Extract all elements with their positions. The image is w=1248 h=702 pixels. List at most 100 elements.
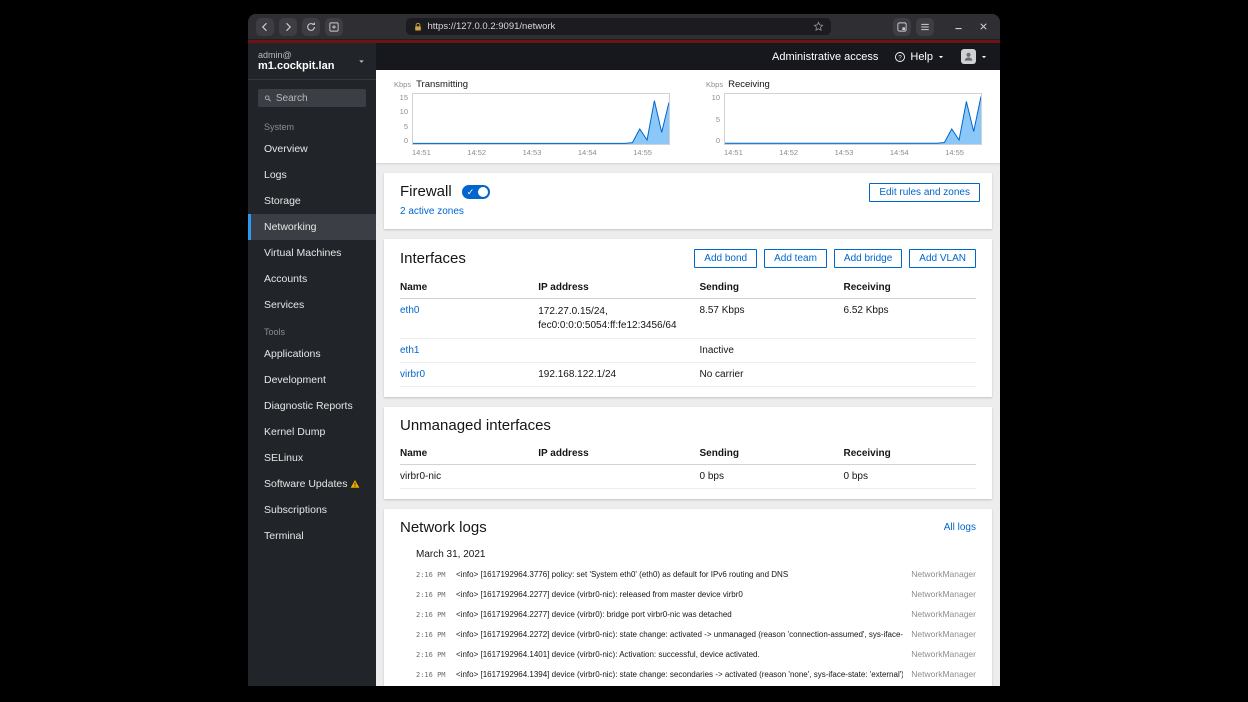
ip-address: 172.27.0.15/24, bbox=[538, 305, 699, 319]
network-logs-card: Network logs All logs March 31, 2021 2:1… bbox=[384, 509, 992, 686]
interface-link-eth1[interactable]: eth1 bbox=[400, 345, 419, 356]
app-body: admin@ m1.cockpit.lan System Overview Lo… bbox=[248, 43, 1000, 686]
log-entry[interactable]: 2:16 PM <info> [1617192964.2277] device … bbox=[400, 584, 976, 604]
log-entry[interactable]: 2:16 PM <info> [1617192964.1394] device … bbox=[400, 664, 976, 684]
add-team-button[interactable]: Add team bbox=[764, 249, 827, 268]
unmanaged-title: Unmanaged interfaces bbox=[400, 417, 976, 434]
tab-overview-button[interactable] bbox=[893, 18, 911, 36]
x-tick-label: 14:51 bbox=[412, 148, 431, 157]
help-menu[interactable]: ? Help bbox=[894, 51, 945, 63]
table-row: virbr0 192.168.122.1/24 No carrier bbox=[400, 363, 976, 387]
new-tab-button[interactable] bbox=[325, 18, 343, 36]
cell-name: virbr0 bbox=[400, 369, 538, 380]
all-logs-link[interactable]: All logs bbox=[944, 522, 976, 533]
chart-unit-label: Kbps bbox=[394, 80, 411, 89]
add-bond-button[interactable]: Add bond bbox=[694, 249, 757, 268]
table-row: virbr0-nic 0 bps 0 bps bbox=[400, 465, 976, 489]
cell-name: virbr0-nic bbox=[400, 471, 538, 482]
x-tick-label: 14:54 bbox=[890, 148, 909, 157]
back-button[interactable] bbox=[256, 18, 274, 36]
sidebar-item-diagnostic-reports[interactable]: Diagnostic Reports bbox=[248, 393, 376, 419]
interfaces-title: Interfaces bbox=[400, 250, 466, 267]
host-labels: admin@ m1.cockpit.lan bbox=[258, 50, 334, 72]
log-entry[interactable]: 2:16 PM <info> [1617192964.1401] device … bbox=[400, 644, 976, 664]
help-caret-icon bbox=[937, 53, 945, 61]
chart-title: Transmitting bbox=[416, 79, 468, 90]
sidebar-item-software-updates[interactable]: Software Updates bbox=[248, 471, 376, 497]
chart-header: Kbps Receiving bbox=[706, 79, 982, 90]
url-bar[interactable]: https://127.0.0.2:9091/network bbox=[406, 18, 831, 35]
chart-unit-label: Kbps bbox=[706, 80, 723, 89]
interface-link-virbr0[interactable]: virbr0 bbox=[400, 369, 425, 380]
browser-toolbar: https://127.0.0.2:9091/network bbox=[248, 14, 1000, 40]
cell-sending: 0 bps bbox=[700, 471, 844, 482]
close-button[interactable] bbox=[974, 18, 992, 36]
log-source: NetworkManager bbox=[911, 589, 976, 599]
nav-button-group bbox=[256, 18, 343, 36]
sidebar-item-kernel-dump[interactable]: Kernel Dump bbox=[248, 419, 376, 445]
sidebar-item-subscriptions[interactable]: Subscriptions bbox=[248, 497, 376, 523]
firewall-card: Firewall ✓ 2 active zones Edit rules and… bbox=[384, 173, 992, 229]
warning-icon bbox=[350, 479, 360, 489]
log-entry[interactable]: 2:16 PM <info> [1617192964.1388] device … bbox=[400, 684, 976, 686]
cockpit-app: admin@ m1.cockpit.lan System Overview Lo… bbox=[248, 40, 1000, 686]
forward-icon bbox=[287, 23, 291, 31]
sidebar-item-selinux[interactable]: SELinux bbox=[248, 445, 376, 471]
sidebar-item-terminal[interactable]: Terminal bbox=[248, 523, 376, 549]
log-entry[interactable]: 2:16 PM <info> [1617192964.3776] policy:… bbox=[400, 564, 976, 584]
cell-name: eth1 bbox=[400, 345, 538, 356]
browser-window: https://127.0.0.2:9091/network bbox=[248, 14, 1000, 686]
administrative-access-button[interactable]: Administrative access bbox=[772, 51, 878, 63]
sidebar-item-storage[interactable]: Storage bbox=[248, 188, 376, 214]
tab-overview-icon bbox=[896, 21, 908, 33]
x-tick-label: 14:54 bbox=[578, 148, 597, 157]
column-header-receiving: Receiving bbox=[844, 282, 976, 293]
forward-button[interactable] bbox=[279, 18, 297, 36]
sidebar-item-networking[interactable]: Networking bbox=[248, 214, 376, 240]
log-time: 2:16 PM bbox=[416, 611, 448, 619]
avatar bbox=[961, 49, 976, 64]
reload-button[interactable] bbox=[302, 18, 320, 36]
add-bridge-button[interactable]: Add bridge bbox=[834, 249, 902, 268]
chart-body: 10 5 0 bbox=[706, 93, 982, 145]
unmanaged-interfaces-card: Unmanaged interfaces Name IP address Sen… bbox=[384, 407, 992, 499]
search-icon bbox=[264, 94, 272, 103]
sidebar-item-logs[interactable]: Logs bbox=[248, 162, 376, 188]
sidebar-item-overview[interactable]: Overview bbox=[248, 136, 376, 162]
interface-link-eth0[interactable]: eth0 bbox=[400, 305, 419, 316]
nav-section-system: System bbox=[248, 113, 376, 136]
interfaces-card: Interfaces Add bond Add team Add bridge … bbox=[384, 239, 992, 397]
cell-sending: No carrier bbox=[700, 369, 844, 380]
log-time: 2:16 PM bbox=[416, 591, 448, 599]
edit-rules-zones-button[interactable]: Edit rules and zones bbox=[869, 183, 980, 202]
sidebar-search[interactable] bbox=[258, 89, 366, 107]
log-entry[interactable]: 2:16 PM <info> [1617192964.2272] device … bbox=[400, 624, 976, 644]
cell-receiving: 0 bps bbox=[844, 471, 976, 482]
firewall-title: Firewall bbox=[400, 183, 452, 200]
sidebar-item-applications[interactable]: Applications bbox=[248, 341, 376, 367]
window-controls bbox=[949, 18, 992, 36]
add-vlan-button[interactable]: Add VLAN bbox=[909, 249, 976, 268]
sidebar-item-development[interactable]: Development bbox=[248, 367, 376, 393]
firewall-toggle[interactable]: ✓ bbox=[462, 185, 490, 199]
minimize-button[interactable] bbox=[949, 18, 967, 36]
y-tick-label: 5 bbox=[404, 122, 408, 131]
host-caret-icon bbox=[357, 57, 366, 66]
sidebar-item-virtual-machines[interactable]: Virtual Machines bbox=[248, 240, 376, 266]
sidebar-item-services[interactable]: Services bbox=[248, 292, 376, 318]
search-input[interactable] bbox=[276, 93, 360, 104]
bookmark-star-icon[interactable] bbox=[813, 21, 824, 32]
column-header-receiving: Receiving bbox=[844, 448, 976, 459]
svg-text:?: ? bbox=[899, 54, 903, 61]
active-zones-link[interactable]: 2 active zones bbox=[400, 206, 464, 217]
chart-title: Receiving bbox=[728, 79, 770, 90]
log-entry[interactable]: 2:16 PM <info> [1617192964.2277] device … bbox=[400, 604, 976, 624]
menu-button[interactable] bbox=[916, 18, 934, 36]
cell-sending: 8.57 Kbps bbox=[700, 305, 844, 316]
host-switcher[interactable]: admin@ m1.cockpit.lan bbox=[248, 43, 376, 80]
sidebar-item-accounts[interactable]: Accounts bbox=[248, 266, 376, 292]
y-axis-labels: 15 10 5 0 bbox=[394, 93, 412, 145]
session-menu[interactable] bbox=[961, 49, 988, 64]
column-header-sending: Sending bbox=[700, 282, 844, 293]
y-tick-label: 5 bbox=[716, 115, 720, 124]
